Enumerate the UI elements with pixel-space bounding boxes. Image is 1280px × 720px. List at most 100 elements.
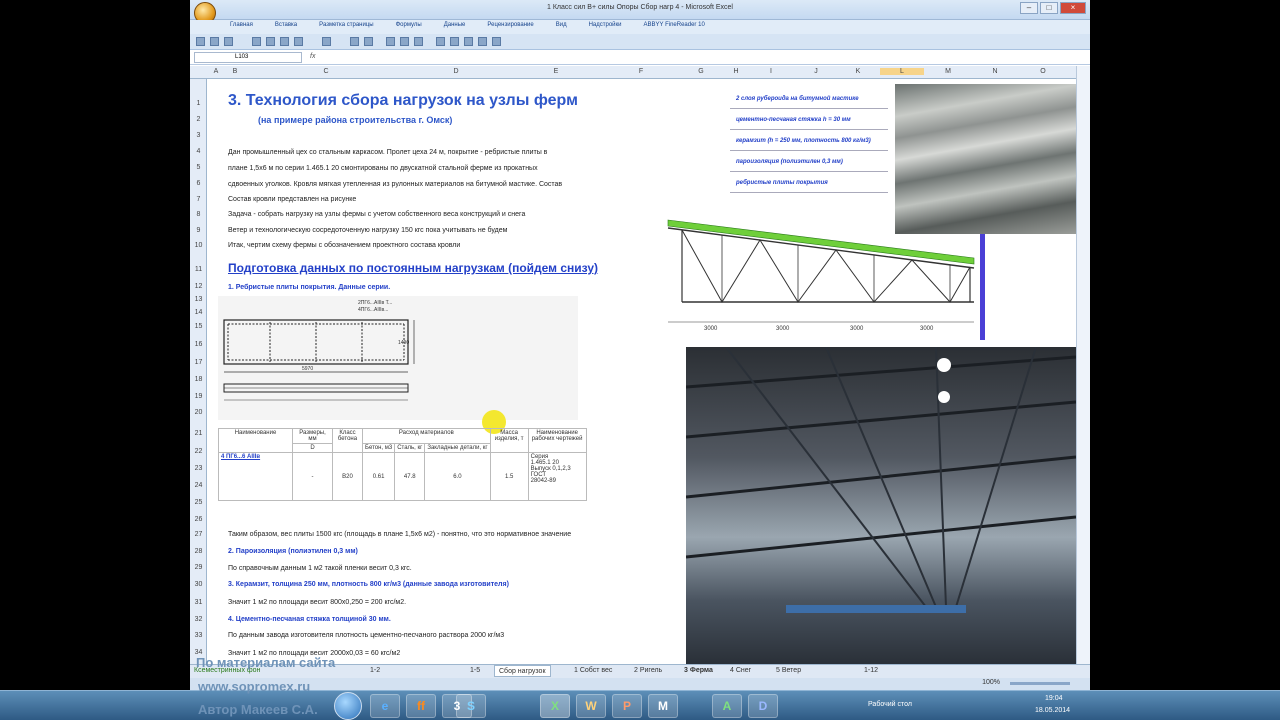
row-header[interactable]: 10: [190, 242, 207, 249]
column-header[interactable]: A: [208, 68, 224, 75]
taskbar-excel-icon[interactable]: X: [540, 694, 570, 718]
paint-icon[interactable]: [436, 37, 445, 46]
column-header[interactable]: E: [506, 68, 606, 75]
sheet-tab[interactable]: 1-5: [470, 667, 480, 674]
column-header[interactable]: J: [796, 68, 836, 75]
taskbar-firefox-icon[interactable]: ff: [406, 694, 436, 718]
row-header[interactable]: 16: [190, 341, 207, 348]
draw-icon[interactable]: [414, 37, 423, 46]
row-header[interactable]: 11: [190, 266, 207, 273]
sheet-tab[interactable]: 3 Ферма: [684, 667, 713, 674]
column-header[interactable]: B: [224, 68, 246, 75]
table-cell[interactable]: 4 ПГ6...6 АIIIв: [218, 452, 293, 501]
row-header[interactable]: 21: [190, 430, 207, 437]
sheet-tab[interactable]: 4 Снег: [730, 667, 751, 674]
format-icon[interactable]: [464, 37, 473, 46]
column-header[interactable]: M: [924, 68, 972, 75]
customize-icon[interactable]: [492, 37, 501, 46]
row-header[interactable]: 19: [190, 393, 207, 400]
table-icon[interactable]: [252, 37, 261, 46]
sheet-tab[interactable]: 1 Собст вес: [574, 667, 612, 674]
sheet-tab[interactable]: 1-2: [370, 667, 380, 674]
row-header[interactable]: 20: [190, 409, 207, 416]
grid-icon[interactable]: [280, 37, 289, 46]
column-header[interactable]: K: [836, 68, 880, 75]
copy-icon[interactable]: [478, 37, 487, 46]
row-header[interactable]: 22: [190, 448, 207, 455]
tab-view[interactable]: Вид: [556, 22, 567, 28]
row-header[interactable]: 8: [190, 211, 207, 218]
maximize-button[interactable]: □: [1040, 2, 1058, 14]
row-header[interactable]: 5: [190, 164, 207, 171]
taskbar-ie-icon[interactable]: e: [370, 694, 400, 718]
taskbar-app-icon[interactable]: W: [576, 694, 606, 718]
row-header[interactable]: 32: [190, 616, 207, 623]
print-icon[interactable]: [322, 37, 331, 46]
taskbar-app-icon[interactable]: A: [712, 694, 742, 718]
zoom-level[interactable]: 100%: [982, 679, 1000, 686]
fx-icon[interactable]: fx: [310, 52, 360, 63]
column-header[interactable]: I: [746, 68, 796, 75]
tab-abbyy[interactable]: ABBYY FineReader 10: [644, 22, 705, 28]
tab-review[interactable]: Рецензирование: [487, 22, 533, 28]
column-header[interactable]: C: [246, 68, 406, 75]
close-button[interactable]: ×: [1060, 2, 1086, 14]
sort-icon[interactable]: [364, 37, 373, 46]
row-header[interactable]: 28: [190, 548, 207, 555]
taskbar-app-icon[interactable]: P: [612, 694, 642, 718]
insert-row-icon[interactable]: [266, 37, 275, 46]
row-header[interactable]: 7: [190, 196, 207, 203]
clock-date[interactable]: 18.05.2014: [1035, 707, 1070, 714]
taskbar-app-icon[interactable]: D: [748, 694, 778, 718]
column-header[interactable]: G: [676, 68, 726, 75]
row-header[interactable]: 17: [190, 359, 207, 366]
zoom-icon[interactable]: [386, 37, 395, 46]
row-header[interactable]: 14: [190, 309, 207, 316]
sheet-tab[interactable]: 1-12: [864, 667, 878, 674]
tab-home[interactable]: Главная: [230, 22, 253, 28]
border-icon[interactable]: [450, 37, 459, 46]
row-header[interactable]: 12: [190, 283, 207, 290]
redo-icon[interactable]: [224, 37, 233, 46]
column-header[interactable]: F: [606, 68, 676, 75]
merge-icon[interactable]: [294, 37, 303, 46]
column-header[interactable]: H: [726, 68, 746, 75]
row-header[interactable]: 2: [190, 116, 207, 123]
name-box[interactable]: L103: [194, 52, 302, 63]
row-header[interactable]: 1: [190, 100, 207, 107]
column-header[interactable]: D: [406, 68, 506, 75]
row-header[interactable]: 6: [190, 180, 207, 187]
clock-time[interactable]: 19:04: [1045, 695, 1063, 702]
row-header[interactable]: 4: [190, 148, 207, 155]
minimize-button[interactable]: –: [1020, 2, 1038, 14]
sheet-tab-active[interactable]: Сбор нагрузок: [494, 665, 551, 677]
row-header[interactable]: 23: [190, 465, 207, 472]
row-header[interactable]: 25: [190, 499, 207, 506]
preview-icon[interactable]: [350, 37, 359, 46]
column-header[interactable]: L: [880, 68, 924, 75]
tab-data[interactable]: Данные: [444, 22, 466, 28]
sheet-tab[interactable]: 5 Ветер: [776, 667, 801, 674]
row-header[interactable]: 30: [190, 581, 207, 588]
taskbar-skype-icon[interactable]: S: [456, 694, 486, 718]
chart-icon[interactable]: [400, 37, 409, 46]
row-header[interactable]: 33: [190, 632, 207, 639]
column-header[interactable]: N: [972, 68, 1018, 75]
row-header[interactable]: 24: [190, 482, 207, 489]
row-header[interactable]: 9: [190, 227, 207, 234]
undo-icon[interactable]: [210, 37, 219, 46]
row-header[interactable]: 15: [190, 323, 207, 330]
desktop-label[interactable]: Рабочий стол: [868, 701, 912, 708]
row-header[interactable]: 27: [190, 531, 207, 538]
row-header[interactable]: 3: [190, 132, 207, 139]
save-icon[interactable]: [196, 37, 205, 46]
tab-insert[interactable]: Вставка: [275, 22, 297, 28]
tab-addins[interactable]: Надстройки: [589, 22, 622, 28]
zoom-slider[interactable]: [1010, 682, 1070, 685]
row-header[interactable]: 31: [190, 599, 207, 606]
tab-formulas[interactable]: Формулы: [396, 22, 422, 28]
row-header[interactable]: 13: [190, 296, 207, 303]
start-button[interactable]: [334, 692, 362, 720]
row-header[interactable]: 18: [190, 376, 207, 383]
sheet-tab[interactable]: 2 Ригель: [634, 667, 662, 674]
